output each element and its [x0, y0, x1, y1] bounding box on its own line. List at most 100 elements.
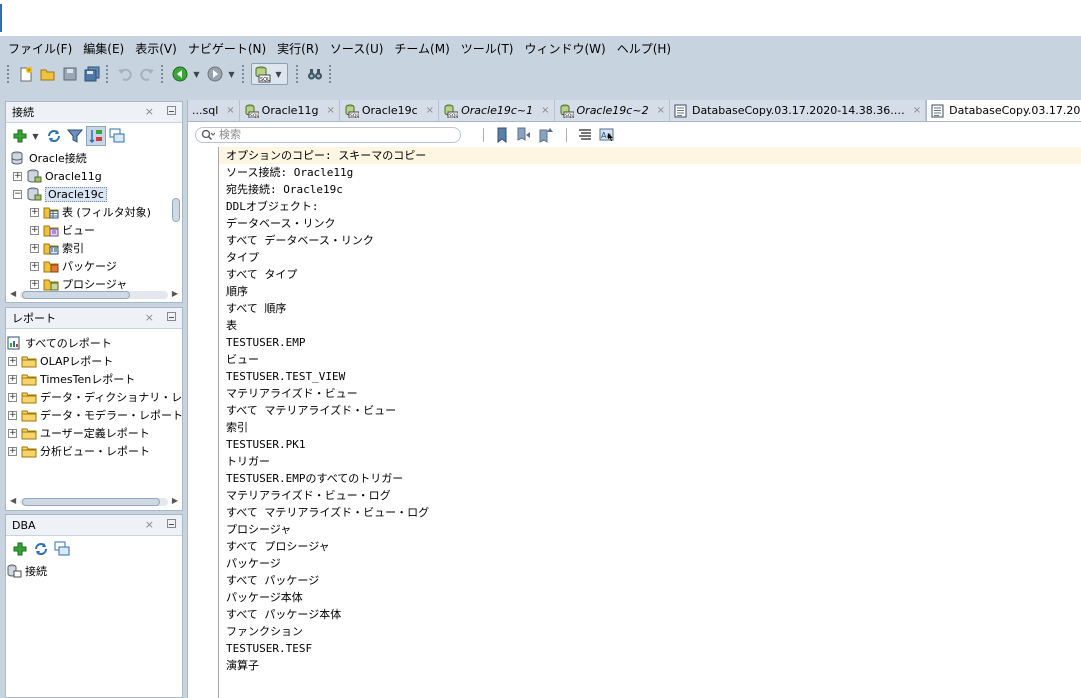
expand-icon[interactable]: +: [30, 243, 39, 253]
back-icon[interactable]: [170, 64, 190, 84]
tree-item[interactable]: 接続: [6, 562, 182, 580]
text-line[interactable]: ビュー: [226, 351, 259, 368]
sql-dropdown-icon[interactable]: ▼: [274, 70, 283, 79]
expand-icon[interactable]: +: [8, 428, 17, 438]
scroll-left-icon[interactable]: ◀: [10, 289, 16, 298]
binoculars-icon[interactable]: [305, 64, 325, 84]
format-icon[interactable]: [575, 125, 595, 145]
expand-icon[interactable]: +: [8, 356, 17, 366]
text-line[interactable]: すべて マテリアライズド・ビュー・ログ: [226, 504, 429, 521]
add-icon[interactable]: [10, 126, 30, 146]
editor-tab[interactable]: DatabaseCopy.03.17.2020-14.42.48.×: [926, 100, 1081, 121]
forward-dropdown-icon[interactable]: ▼: [227, 70, 236, 79]
text-line[interactable]: 順序: [226, 283, 248, 300]
scrollbar-thumb[interactable]: [172, 198, 180, 222]
close-tab-icon[interactable]: ×: [541, 105, 549, 116]
save-icon[interactable]: [60, 64, 80, 84]
add-icon[interactable]: [10, 539, 30, 559]
tree-item[interactable]: Oracle接続: [8, 149, 182, 167]
scrollbar-track[interactable]: [20, 498, 168, 506]
close-tab-icon[interactable]: ×: [326, 105, 334, 116]
tree-item[interactable]: + データ・ディクショナリ・レポート: [6, 388, 182, 406]
collapse-icon[interactable]: −: [13, 189, 22, 199]
refresh-icon[interactable]: [44, 126, 64, 146]
scrollbar-track[interactable]: [20, 291, 168, 299]
text-line[interactable]: すべて 順序: [226, 300, 286, 317]
menu-item[interactable]: ウィンドウ(W): [524, 40, 605, 57]
toolbar-grip[interactable]: [296, 65, 300, 83]
refresh-icon[interactable]: [31, 539, 51, 559]
cursor-tool-icon[interactable]: Aa: [597, 125, 617, 145]
tree-item[interactable]: + TimesTenレポート: [6, 370, 182, 388]
previous-bookmark-icon[interactable]: [536, 125, 556, 145]
text-line[interactable]: ファンクション: [226, 623, 303, 640]
schema-browser-icon[interactable]: [86, 126, 106, 146]
scrollbar-thumb[interactable]: [22, 498, 160, 506]
expand-icon[interactable]: +: [30, 279, 39, 289]
search-input[interactable]: [219, 128, 439, 141]
text-line[interactable]: データベース・リンク: [226, 215, 335, 232]
connections-vertical-scrollbar[interactable]: [170, 188, 182, 302]
toolbar-grip[interactable]: [242, 65, 246, 83]
text-line[interactable]: すべて データベース・リンク: [226, 232, 374, 249]
expand-icon[interactable]: +: [13, 171, 22, 181]
minimize-icon[interactable]: [167, 312, 176, 321]
text-line[interactable]: TESTUSER.PK1: [226, 436, 305, 453]
add-dropdown-icon[interactable]: ▼: [31, 132, 40, 141]
close-tab-icon[interactable]: ×: [913, 105, 921, 116]
text-line[interactable]: トリガー: [226, 453, 270, 470]
tree-item[interactable]: + ユーザー定義レポート: [6, 424, 182, 442]
search-icon[interactable]: [201, 129, 215, 141]
filter-icon[interactable]: [65, 126, 85, 146]
tree-item[interactable]: + データ・モデラー・レポート: [6, 406, 182, 424]
collapse-all-icon[interactable]: [52, 539, 72, 559]
menu-item[interactable]: 実行(R): [277, 40, 319, 57]
text-line[interactable]: マテリアライズド・ビュー・ログ: [226, 487, 391, 504]
editor-tab[interactable]: ...sql ×: [188, 100, 240, 121]
expand-icon[interactable]: +: [8, 374, 17, 384]
tree-item[interactable]: + OLAPレポート: [6, 352, 182, 370]
editor-tab[interactable]: DatabaseCopy.03.17.2020-14.38.36.… ×: [670, 100, 927, 121]
sql-worksheet-button[interactable]: SQL ▼: [251, 63, 288, 85]
scroll-left-icon[interactable]: ◀: [10, 496, 16, 505]
tree-item[interactable]: + 表 (フィルタ対象): [8, 203, 182, 221]
toolbar-grip[interactable]: [329, 65, 333, 83]
menu-item[interactable]: ヘルプ(H): [617, 40, 671, 57]
text-line[interactable]: マテリアライズド・ビュー: [226, 385, 358, 402]
back-dropdown-icon[interactable]: ▼: [192, 70, 201, 79]
reports-horizontal-scrollbar[interactable]: ◀ ▶: [10, 496, 178, 508]
text-line[interactable]: TESTUSER.TESF: [226, 640, 312, 657]
close-icon[interactable]: ×: [145, 518, 154, 531]
redo-icon[interactable]: [137, 64, 157, 84]
toolbar-grip[interactable]: [106, 65, 110, 83]
editor-tab[interactable]: SQL Oracle19c~1 ×: [439, 100, 555, 121]
text-line[interactable]: 表: [226, 317, 237, 334]
expand-icon[interactable]: +: [8, 392, 17, 402]
text-line[interactable]: すべて パッケージ本体: [226, 606, 341, 623]
text-line[interactable]: DDLオブジェクト:: [226, 198, 319, 215]
connections-horizontal-scrollbar[interactable]: ◀ ▶: [10, 289, 178, 301]
text-line[interactable]: パッケージ本体: [226, 589, 303, 606]
menu-item[interactable]: ツール(T): [461, 40, 514, 57]
tree-item[interactable]: + パッケージ: [8, 257, 182, 275]
expand-icon[interactable]: +: [8, 446, 17, 456]
tree-item[interactable]: + 分析ビュー・レポート: [6, 442, 182, 460]
forward-icon[interactable]: [205, 64, 225, 84]
current-line[interactable]: オプションのコピー: スキーマのコピー: [219, 147, 1081, 164]
menu-item[interactable]: ナビゲート(N): [188, 40, 266, 57]
text-line[interactable]: ソース接続: Oracle11g: [226, 164, 353, 181]
next-bookmark-icon[interactable]: [514, 125, 534, 145]
tree-item[interactable]: + Oracle11g: [8, 167, 182, 185]
undo-icon[interactable]: [115, 64, 135, 84]
text-line[interactable]: TESTUSER.EMP: [226, 334, 305, 351]
tree-item[interactable]: − Oracle19c: [8, 185, 182, 203]
menu-item[interactable]: 表示(V): [135, 40, 177, 57]
expand-icon[interactable]: +: [30, 261, 39, 271]
minimize-icon[interactable]: [167, 519, 176, 528]
close-tab-icon[interactable]: ×: [226, 105, 234, 116]
menu-item[interactable]: 編集(E): [83, 40, 124, 57]
editor-tab[interactable]: SQL Oracle19c~2 ×: [555, 100, 670, 121]
scrollbar-thumb[interactable]: [22, 291, 130, 299]
text-line[interactable]: すべて パッケージ: [226, 572, 319, 589]
text-line[interactable]: 索引: [226, 419, 248, 436]
